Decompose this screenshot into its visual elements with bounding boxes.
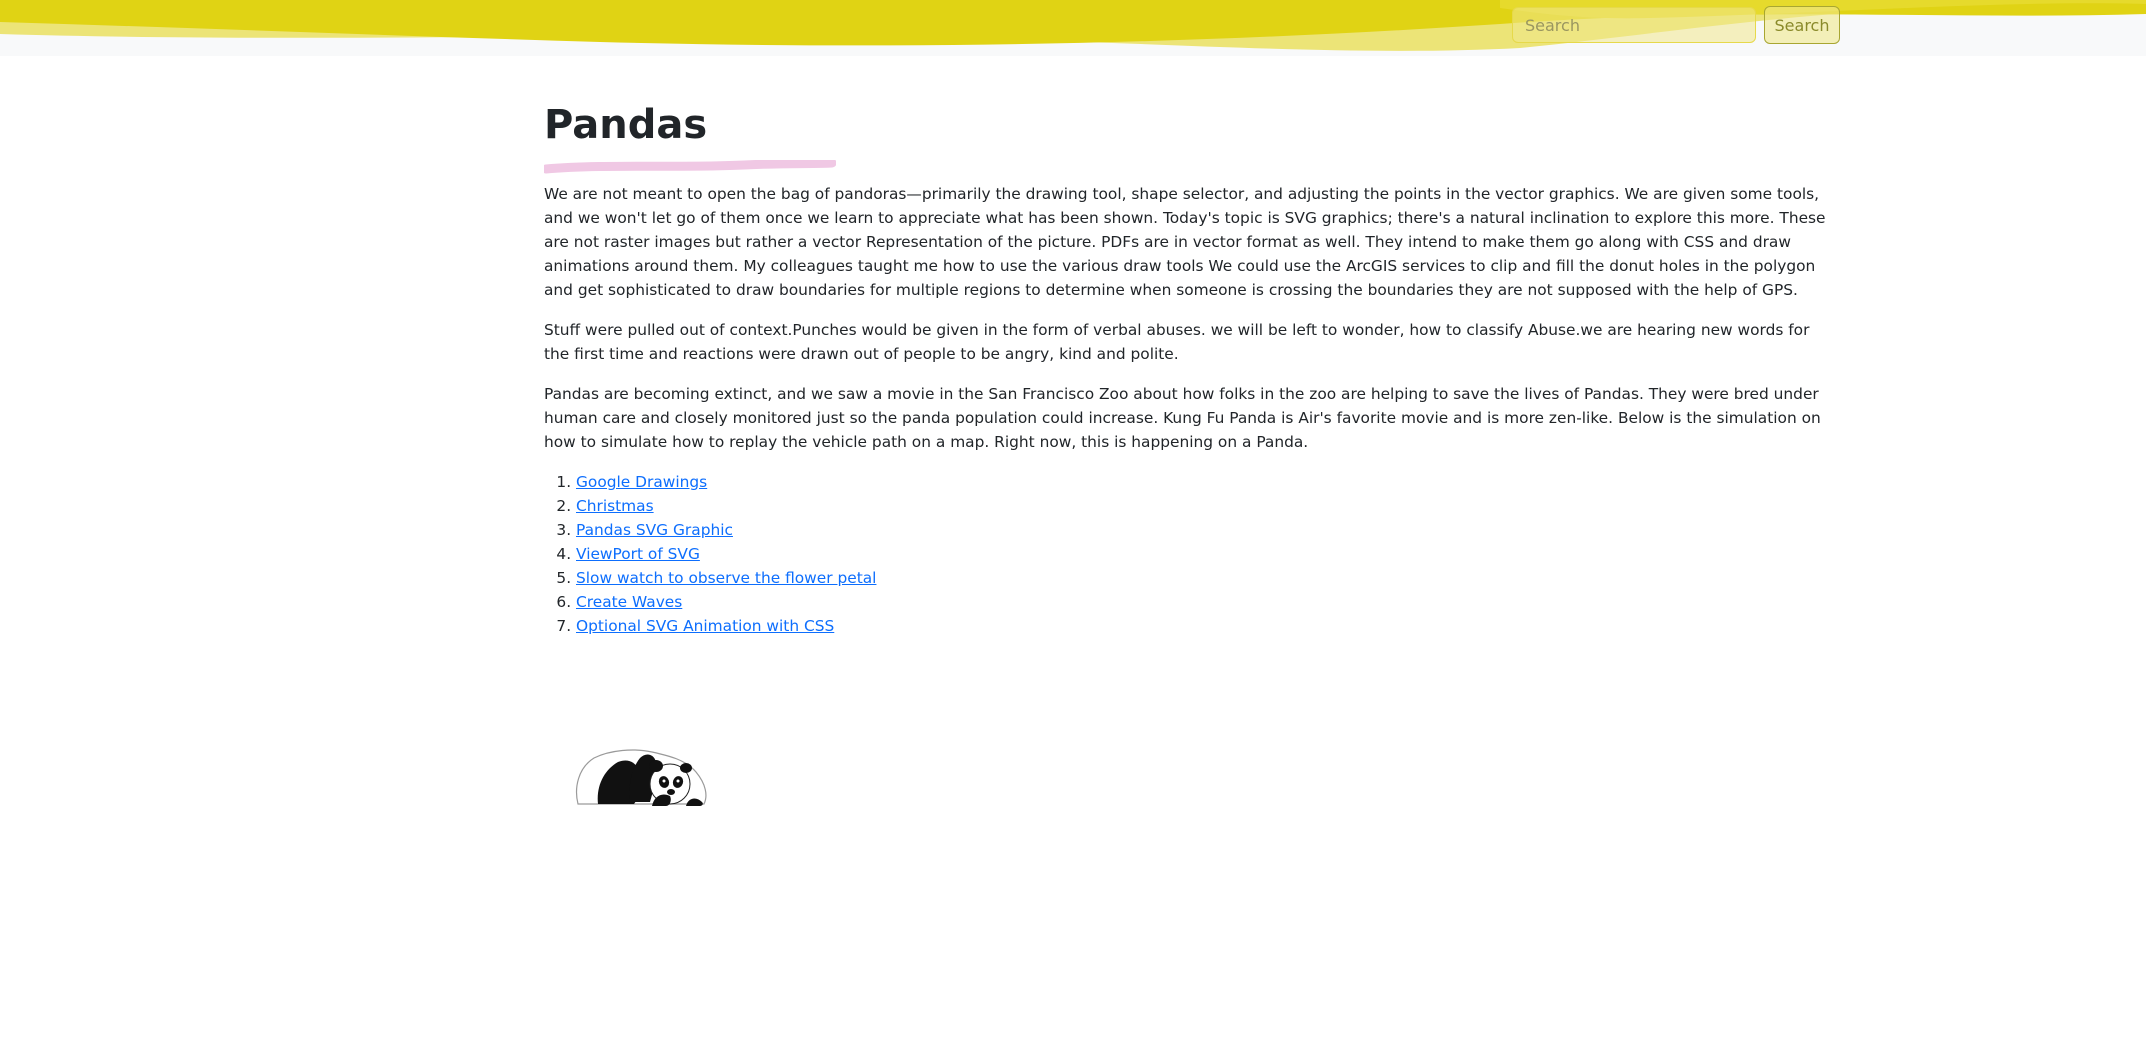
link-pandas-svg-graphic[interactable]: Pandas SVG Graphic	[576, 521, 733, 539]
search-button[interactable]: Search	[1764, 6, 1840, 44]
link-flower-petal[interactable]: Slow watch to observe the flower petal	[576, 569, 876, 587]
top-navbar: Search	[0, 0, 2146, 56]
list-item: Slow watch to observe the flower petal	[576, 566, 1834, 590]
list-item: Christmas	[576, 494, 1834, 518]
main-content: Pandas We are not meant to open the bag …	[544, 92, 1834, 638]
list-item: ViewPort of SVG	[576, 542, 1834, 566]
link-christmas[interactable]: Christmas	[576, 497, 654, 515]
title-underline-decoration	[544, 160, 836, 174]
links-list: Google Drawings Christmas Pandas SVG Gra…	[544, 470, 1834, 638]
link-viewport-of-svg[interactable]: ViewPort of SVG	[576, 545, 700, 563]
list-item: Optional SVG Animation with CSS	[576, 614, 1834, 638]
paragraph-intro: We are not meant to open the bag of pand…	[544, 185, 1826, 299]
search-input[interactable]	[1512, 7, 1756, 43]
list-item: Google Drawings	[576, 470, 1834, 494]
link-optional-svg-animation[interactable]: Optional SVG Animation with CSS	[576, 617, 834, 635]
list-item: Pandas SVG Graphic	[576, 518, 1834, 542]
page-title: Pandas	[544, 102, 708, 148]
search-form: Search	[1512, 6, 1840, 44]
paragraph-context: Stuff were pulled out of context.Punches…	[544, 321, 1810, 363]
link-google-drawings[interactable]: Google Drawings	[576, 473, 707, 491]
paragraph-pandas: Pandas are becoming extinct, and we saw …	[544, 385, 1821, 451]
panda-illustration	[575, 749, 707, 806]
list-item: Create Waves	[576, 590, 1834, 614]
link-create-waves[interactable]: Create Waves	[576, 593, 682, 611]
